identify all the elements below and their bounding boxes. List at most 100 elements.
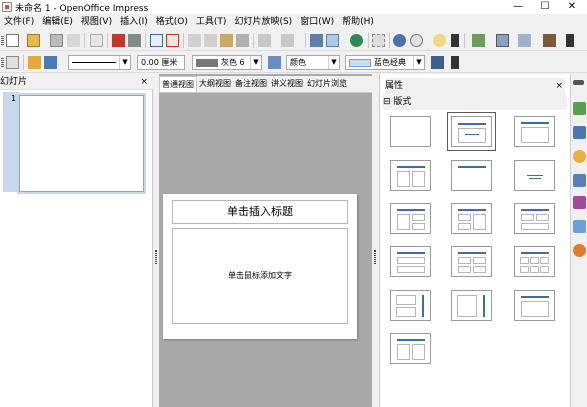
minimize-button[interactable]: — [506,0,530,14]
layout-title-content[interactable] [514,116,555,147]
menu-format[interactable]: 格式(O) [152,15,192,29]
layout-title-4-content[interactable] [451,246,492,277]
redo-icon[interactable] [281,34,294,47]
slide-number: 1 [11,94,17,103]
splitter-handle[interactable] [155,250,157,264]
slide-icon[interactable] [496,34,509,47]
help-icon[interactable] [433,34,446,47]
layout-title-2-content-content[interactable] [390,203,431,234]
close-icon[interactable]: × [555,78,563,94]
collapse-icon[interactable]: ⊟ [383,97,391,107]
line-icon[interactable] [28,56,41,69]
email-icon[interactable] [67,34,80,47]
tab-handout[interactable]: 讲义视图 [269,76,305,92]
slide-canvas[interactable]: 单击插入标题 单击鼠标添加文字 [163,194,357,339]
layout-blank[interactable] [390,116,431,147]
menu-edit[interactable]: 编辑(E) [38,15,77,29]
toolbar-overflow2-icon[interactable] [566,34,574,47]
table-icon[interactable] [326,34,339,47]
tab-normal[interactable]: 普通视图 [159,76,197,92]
display-views-icon[interactable] [472,34,485,47]
tab-outline[interactable]: 大纲视图 [197,76,233,92]
title-placeholder[interactable]: 单击插入标题 [172,200,348,224]
layout-section-header[interactable]: ⊟ 版式 [383,94,567,110]
undo-icon[interactable] [258,34,271,47]
gallery-icon[interactable] [573,220,586,233]
layout-title-2-content-over-content[interactable] [514,203,555,234]
menu-file[interactable]: 文件(F) [0,15,38,29]
menu-help[interactable]: 帮助(H) [338,15,378,29]
chevron-down-icon: ▼ [119,56,130,69]
slide-design-icon[interactable] [518,34,531,47]
tab-slide-sorter[interactable]: 幻灯片浏览 [305,76,349,92]
view-tabs: 普通视图 大纲视图 备注视图 讲义视图 幻灯片浏览 [159,76,372,93]
menu-view[interactable]: 视图(V) [77,15,116,29]
maximize-button[interactable]: ☐ [533,0,557,14]
layout-title-slide[interactable] [447,112,496,151]
cut-icon[interactable] [188,34,201,47]
line-width-field[interactable]: 0.00 厘米 [137,55,185,70]
arrow-style-icon[interactable] [44,56,57,69]
toolbar-overflow3-icon[interactable] [451,56,459,69]
paste-icon[interactable] [220,34,233,47]
autospellcheck-icon[interactable] [166,34,179,47]
master-pages-icon[interactable] [573,126,586,139]
navigator-deck-icon[interactable] [573,244,586,257]
toolbar-grip[interactable] [1,36,4,46]
menu-tools[interactable]: 工具(T) [192,15,231,29]
layout-title-only[interactable] [451,160,492,191]
print-icon[interactable] [128,34,141,47]
area-icon[interactable] [268,56,281,69]
slide-transition-icon[interactable] [573,174,586,187]
layout-vertical-title-2-content[interactable] [390,290,431,321]
layout-title-vertical-text[interactable] [514,290,555,321]
body-placeholder[interactable]: 单击鼠标添加文字 [172,228,348,324]
chart-icon[interactable] [310,34,323,47]
slideshow-icon[interactable] [543,34,556,47]
chevron-down-icon: ▼ [413,56,424,69]
toolbar-overflow-icon[interactable] [451,34,459,47]
menu-window[interactable]: 窗口(W) [296,15,338,29]
slide-thumbnail[interactable] [17,93,146,194]
grid-icon[interactable] [372,34,385,47]
properties-title: 属性 [385,81,404,91]
new-document-icon[interactable] [6,34,19,47]
navigator-compass-icon[interactable] [393,34,406,47]
navigator-icon[interactable] [350,34,363,47]
layout-title-vertical-2-content[interactable] [390,333,431,364]
custom-animation-icon[interactable] [573,150,586,163]
layout-title-content-over-content[interactable] [390,246,431,277]
close-icon[interactable]: × [140,74,148,90]
sidebar-menu-icon[interactable] [573,80,584,85]
clone-formatting-icon[interactable] [236,34,249,47]
styles-formatting-icon[interactable] [573,196,586,209]
edit-file-icon[interactable] [90,34,103,47]
copy-icon[interactable] [204,34,217,47]
styles-icon[interactable] [6,56,19,69]
layout-title-2-content[interactable] [390,160,431,191]
zoom-icon[interactable] [410,34,423,47]
close-button[interactable]: ✕ [560,0,584,14]
spellcheck-icon[interactable] [150,34,163,47]
line-style-select[interactable]: ▼ [68,55,131,70]
layout-title-6-content[interactable] [514,246,555,277]
save-icon[interactable] [50,34,63,47]
layout-title-content-2-content[interactable] [451,203,492,234]
properties-deck-icon[interactable] [573,102,586,115]
menu-slideshow[interactable]: 幻灯片放映(S) [230,15,296,29]
splitter-handle-right[interactable] [374,250,376,264]
fill-type-select[interactable]: 颜色 ▼ [286,55,340,70]
tab-notes[interactable]: 备注视图 [233,76,269,92]
window-title: 未命名 1 - OpenOffice Impress [15,3,149,14]
title-bar: 未命名 1 - OpenOffice Impress [0,0,587,14]
toolbar-grip2[interactable] [1,58,4,68]
fill-value-select[interactable]: 蓝色经典 ▼ [345,55,425,70]
layout-vertical-title-content[interactable] [451,290,492,321]
line-color-select[interactable]: 灰色 6 ▼ [192,55,262,70]
export-pdf-icon[interactable] [112,34,125,47]
open-folder-icon[interactable] [27,34,40,47]
shadow-icon[interactable] [431,56,444,69]
line-fill-toolbar: ▼ 0.00 厘米 灰色 6 ▼ 颜色 ▼ 蓝色经典 ▼ [0,52,587,73]
layout-centered-text[interactable] [514,160,555,191]
menu-insert[interactable]: 插入(I) [116,15,152,29]
